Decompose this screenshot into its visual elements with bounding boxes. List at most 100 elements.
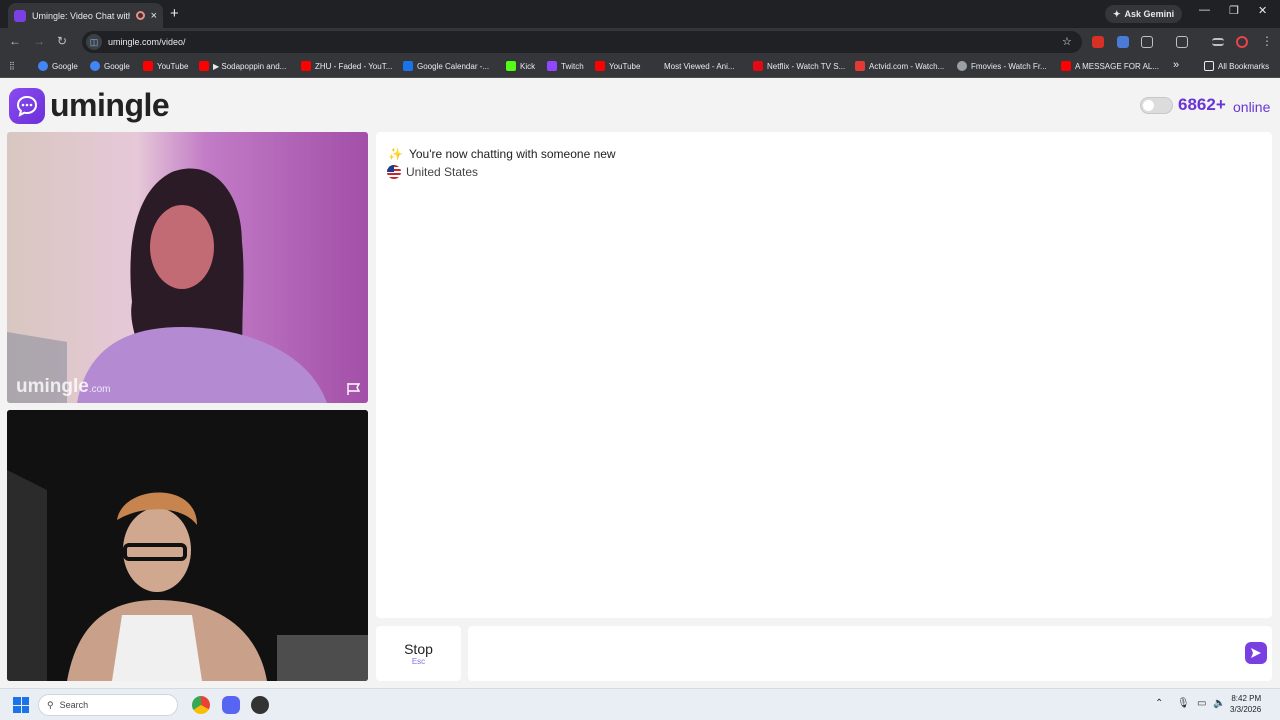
all-bookmarks-label: All Bookmarks <box>1218 61 1270 71</box>
obs-taskbar-icon[interactable] <box>251 696 269 714</box>
bookmark-item[interactable]: Kick <box>506 61 535 71</box>
bookmark-star-icon[interactable]: ☆ <box>1062 35 1082 48</box>
back-arrow-icon[interactable]: ← <box>9 34 21 48</box>
youtube-icon <box>143 61 153 71</box>
bookmark-item[interactable]: Netflix - Watch TV S... <box>753 61 845 71</box>
sparkle-icon: ✨ <box>388 147 403 161</box>
chat-bubble-logo-icon <box>9 87 45 124</box>
maximize-window-icon[interactable]: ❐ <box>1229 4 1239 17</box>
chrome-taskbar-icon[interactable] <box>192 696 210 714</box>
bookmark-label: Google <box>52 61 78 71</box>
bookmarks-bar: ⣿ Google Google YouTube ▶ Sodapoppin and… <box>0 56 1280 78</box>
bookmark-label: Actvid.com - Watch... <box>869 61 945 71</box>
umingle-page: umingle 6862+ online umingle.com ✨ You'r… <box>0 79 1280 688</box>
extension-blue-icon[interactable] <box>1117 36 1129 48</box>
tab-search-icon[interactable] <box>1176 36 1188 48</box>
bookmark-label: ZHU - Faded - YouT... <box>315 61 393 71</box>
tab-close-button[interactable]: × <box>151 10 157 22</box>
extensions-puzzle-icon[interactable] <box>1141 36 1153 48</box>
local-person-silhouette <box>7 410 368 681</box>
bookmark-label: Netflix - Watch TV S... <box>767 61 846 71</box>
remote-person-silhouette <box>7 168 327 403</box>
recording-indicator-icon <box>135 11 145 20</box>
address-bar[interactable]: ◫ umingle.com/video/ ☆ <box>82 31 1082 53</box>
calendar-icon <box>403 61 413 71</box>
reload-icon[interactable]: ↻ <box>57 34 67 48</box>
taskbar-clock[interactable]: 8:42 PM 3/3/2026 <box>1230 693 1261 715</box>
bookmark-item[interactable]: Google <box>38 61 78 71</box>
send-button[interactable] <box>1245 642 1267 664</box>
chat-panel: ✨ You're now chatting with someone new U… <box>376 132 1272 618</box>
bookmark-item[interactable]: Google <box>90 61 130 71</box>
bookmark-label: YouTube <box>157 61 189 71</box>
folder-icon <box>1204 61 1214 71</box>
watermark-text: umingle <box>16 376 89 397</box>
send-arrow-icon <box>1251 648 1261 658</box>
online-label: online <box>1233 99 1271 115</box>
clock-date: 3/3/2026 <box>1230 705 1262 714</box>
bookmark-label: Twitch <box>561 61 584 71</box>
umingle-logo[interactable]: umingle <box>9 87 170 124</box>
close-window-icon[interactable]: ✕ <box>1258 4 1267 17</box>
discord-taskbar-icon[interactable] <box>222 696 240 714</box>
media-controls-icon[interactable] <box>1212 38 1224 46</box>
netflix-icon <box>753 61 763 71</box>
chat-status-message: You're now chatting with someone new <box>408 147 616 161</box>
site-info-icon[interactable]: ◫ <box>86 34 102 50</box>
apps-grid-icon[interactable]: ⣿ <box>9 61 15 70</box>
bookmark-item[interactable]: Google Calendar -... <box>403 61 489 71</box>
twitch-icon <box>547 61 557 71</box>
bookmark-item[interactable]: ▶ Sodapoppin and... <box>199 61 286 71</box>
tray-overflow-icon[interactable]: ⌃ <box>1155 698 1163 709</box>
bookmark-item[interactable]: YouTube <box>595 61 640 71</box>
bookmark-item[interactable]: Fmovies - Watch Fr... <box>957 61 1047 71</box>
bookmark-item[interactable]: A MESSAGE FOR AL... <box>1061 61 1159 71</box>
address-url[interactable]: umingle.com/video/ <box>108 37 186 47</box>
umingle-watermark: umingle.com <box>16 376 111 398</box>
browser-tab-bar: Umingle: Video Chat with S × + ✦ Ask Gem… <box>0 0 1280 28</box>
volume-icon[interactable]: 🔈 <box>1213 698 1225 709</box>
browser-tab-active[interactable]: Umingle: Video Chat with S × <box>8 3 163 28</box>
all-bookmarks-button[interactable]: All Bookmarks <box>1204 61 1269 71</box>
bookmark-label: Most Viewed - Ani... <box>664 61 735 71</box>
more-bookmarks-button[interactable]: » <box>1173 59 1179 71</box>
browser-menu-icon[interactable]: ⋮ <box>1261 34 1273 48</box>
bookmark-label: Google <box>104 61 130 71</box>
taskbar-search-placeholder: Search <box>59 700 89 710</box>
profile-avatar-icon[interactable] <box>1236 36 1248 48</box>
chat-status-line: ✨ You're now chatting with someone new <box>388 147 616 161</box>
taskbar-search[interactable]: ⚲ Search <box>38 694 178 716</box>
stop-button[interactable]: Stop Esc <box>376 626 461 681</box>
theme-toggle[interactable] <box>1140 97 1173 114</box>
google-icon <box>38 61 48 71</box>
youtube-icon <box>1061 61 1071 71</box>
report-flag-icon[interactable] <box>346 382 362 396</box>
clock-time: 8:42 PM <box>1231 694 1262 703</box>
windows-start-icon[interactable] <box>13 697 29 713</box>
bookmark-label: Fmovies - Watch Fr... <box>971 61 1047 71</box>
bookmark-item[interactable]: YouTube <box>143 61 188 71</box>
bookmark-item[interactable]: Most Viewed - Ani... <box>650 61 735 71</box>
network-icon[interactable]: ▭ <box>1197 698 1206 709</box>
microphone-icon[interactable]: 🎙 <box>1177 698 1190 709</box>
extension-red-icon[interactable] <box>1092 36 1104 48</box>
bookmark-label: YouTube <box>609 61 641 71</box>
umingle-favicon-icon <box>14 9 26 22</box>
online-count: 6862+ <box>1178 95 1226 114</box>
youtube-icon <box>595 61 605 71</box>
bookmark-item[interactable]: Actvid.com - Watch... <box>855 61 944 71</box>
ask-gemini-button[interactable]: ✦ Ask Gemini <box>1105 5 1183 23</box>
minimize-window-icon[interactable]: — <box>1199 4 1210 16</box>
new-tab-button[interactable]: + <box>170 5 179 22</box>
actvid-icon <box>855 61 865 71</box>
bookmark-item[interactable]: Twitch <box>547 61 584 71</box>
forward-arrow-icon[interactable]: → <box>33 34 45 48</box>
globe-icon <box>957 61 967 71</box>
os-taskbar: ⚲ Search ⌃ 🎙 ▭ 🔈 8:42 PM 3/3/2026 <box>0 688 1280 720</box>
kick-icon <box>506 61 516 71</box>
ask-gemini-label: Ask Gemini <box>1124 9 1175 19</box>
local-video <box>7 410 368 681</box>
message-input[interactable] <box>468 626 1272 681</box>
bookmark-label: A MESSAGE FOR AL... <box>1075 61 1160 71</box>
bookmark-item[interactable]: ZHU - Faded - YouT... <box>301 61 392 71</box>
